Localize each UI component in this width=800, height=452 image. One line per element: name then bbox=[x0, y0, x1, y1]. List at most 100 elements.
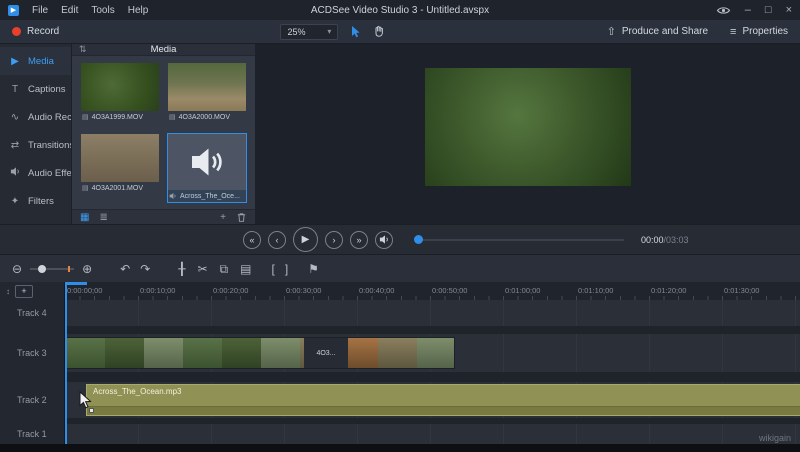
next-clip-button[interactable]: » bbox=[350, 230, 368, 249]
sidebar-item-audio-record[interactable]: ∿ Audio Reco... bbox=[0, 103, 71, 131]
track-header[interactable]: Track 3 bbox=[0, 334, 64, 372]
track-4-lane[interactable] bbox=[65, 300, 800, 326]
eye-icon[interactable] bbox=[716, 5, 731, 16]
paste-button[interactable]: ▤ bbox=[240, 263, 251, 275]
list-view-icon[interactable]: ≣ bbox=[99, 212, 107, 223]
acdsee-video-studio-window: ▶ File Edit Tools Help ACDSee Video Stud… bbox=[0, 0, 800, 452]
menu-file[interactable]: File bbox=[32, 5, 48, 16]
audio-file-icon bbox=[169, 192, 177, 200]
sidebar-label: Audio Reco... bbox=[28, 111, 71, 123]
media-item[interactable]: ▤ 4O3A2000.MOV bbox=[167, 62, 247, 124]
zoom-slider-tick bbox=[68, 265, 71, 272]
properties-button[interactable]: ≡ Properties bbox=[730, 26, 788, 38]
menu-help[interactable]: Help bbox=[128, 5, 149, 16]
zoom-out-icon[interactable]: ⊖ bbox=[12, 263, 22, 275]
zoom-in-icon[interactable]: ⊕ bbox=[82, 263, 92, 275]
timeline: ↕ + Track 4 Track 3 Track 2 Track 1 0:00… bbox=[0, 282, 800, 444]
sidebar-item-filters[interactable]: ✦ Filters bbox=[0, 187, 71, 215]
add-track-button[interactable]: + bbox=[15, 284, 33, 298]
track-header[interactable]: Track 1 bbox=[0, 424, 64, 444]
video-file-icon: ▤ bbox=[82, 185, 89, 193]
track-updown-icon[interactable]: ↕ bbox=[6, 287, 10, 296]
mark-out-button[interactable]: ] bbox=[285, 263, 288, 275]
select-cursor-icon[interactable] bbox=[350, 25, 361, 38]
video-clip[interactable]: 4O3... bbox=[65, 337, 455, 369]
fade-handle[interactable] bbox=[89, 408, 94, 413]
timeline-zoom-slider[interactable] bbox=[30, 264, 75, 273]
ruler-label: 0:00:50;00 bbox=[432, 286, 468, 295]
window-title: ACDSee Video Studio 3 - Untitled.avspx bbox=[310, 4, 490, 16]
media-item-selected[interactable]: Across_The_Oce... bbox=[167, 133, 247, 204]
audio-record-icon: ∿ bbox=[10, 111, 20, 123]
redo-button[interactable]: ↷ bbox=[140, 263, 150, 275]
previous-clip-button[interactable]: « bbox=[243, 230, 261, 249]
app-icon: ▶ bbox=[8, 4, 19, 16]
clip-thumbnail bbox=[105, 338, 144, 368]
cut-button[interactable]: ✂ bbox=[197, 263, 207, 275]
sidebar-item-media[interactable]: ▶ Media bbox=[0, 47, 71, 75]
marker-button[interactable]: ⚑ bbox=[308, 263, 319, 275]
grid-view-icon[interactable]: ▦ bbox=[80, 212, 89, 223]
step-back-button[interactable]: ‹ bbox=[268, 230, 286, 249]
track-header[interactable]: Track 4 bbox=[0, 300, 64, 326]
menu-tools[interactable]: Tools bbox=[91, 5, 114, 16]
maximize-button[interactable]: □ bbox=[765, 4, 772, 16]
mark-in-button[interactable]: [ bbox=[271, 263, 274, 275]
track-header-column: ↕ + Track 4 Track 3 Track 2 Track 1 bbox=[0, 282, 65, 444]
hand-tool-icon[interactable] bbox=[373, 25, 385, 38]
time-total: /03:03 bbox=[663, 234, 689, 245]
minimize-button[interactable]: – bbox=[745, 4, 751, 16]
produce-share-button[interactable]: ⇧ Produce and Share bbox=[607, 25, 708, 38]
trash-icon[interactable] bbox=[236, 212, 247, 223]
play-button[interactable]: ▶ bbox=[293, 227, 318, 252]
scrubber-handle[interactable] bbox=[414, 235, 423, 244]
copy-button[interactable]: ⧉ bbox=[220, 263, 229, 275]
share-icon: ⇧ bbox=[606, 26, 616, 38]
media-icon: ▶ bbox=[11, 55, 19, 67]
audio-clip[interactable]: Across_The_Ocean.mp3 bbox=[86, 384, 800, 416]
clip-thumbnail bbox=[261, 338, 300, 368]
split-button[interactable]: ╂ bbox=[178, 263, 185, 275]
sidebar-item-audio-effects[interactable]: Audio Effects bbox=[0, 159, 71, 187]
timeline-ruler[interactable]: 0:00:00;00 0:00:10;00 0:00:20;00 0:00:30… bbox=[65, 282, 800, 300]
add-media-button[interactable]: + bbox=[220, 212, 226, 223]
sidebar-label: Filters bbox=[28, 195, 54, 207]
main-toolbar: Record 25% ▾ ⇧ Produce and Share ≡ Prope… bbox=[0, 20, 800, 44]
sidebar-item-transitions[interactable]: ⇄ Transitions bbox=[0, 131, 71, 159]
clip-thumbnail bbox=[144, 338, 183, 368]
record-button[interactable]: Record bbox=[12, 26, 59, 37]
close-button[interactable]: × bbox=[786, 4, 792, 16]
media-item-name: Across_The_Oce... bbox=[180, 192, 240, 200]
scrubber-track[interactable] bbox=[421, 238, 624, 241]
step-forward-button[interactable]: › bbox=[325, 230, 343, 249]
preview-zoom-select[interactable]: 25% ▾ bbox=[280, 23, 339, 40]
ruler-label: 0:00:00;00 bbox=[67, 286, 103, 295]
media-panel: ⇅ Media ▤ 4O3A1999.MOV ▤ 4O3A2000.MOV ▤ … bbox=[72, 44, 255, 224]
main-area: ▶ Media T Captions ∿ Audio Reco... ⇄ Tra… bbox=[0, 44, 800, 224]
sidebar-item-captions[interactable]: T Captions bbox=[0, 75, 71, 103]
track-3-lane[interactable]: 4O3... bbox=[65, 334, 800, 372]
ruler-selection-bar bbox=[65, 282, 87, 285]
track-2-lane[interactable]: Across_The_Ocean.mp3 bbox=[65, 382, 800, 418]
video-preview[interactable] bbox=[425, 68, 631, 186]
volume-button[interactable] bbox=[375, 230, 393, 249]
undo-button[interactable]: ↶ bbox=[120, 263, 130, 275]
playback-scrubber[interactable] bbox=[414, 235, 624, 244]
time-current: 00:00 bbox=[641, 234, 664, 245]
playhead[interactable] bbox=[65, 282, 67, 444]
media-thumbnail-audio bbox=[168, 134, 246, 191]
media-thumbnail bbox=[81, 134, 159, 183]
zoom-slider-handle[interactable] bbox=[38, 264, 47, 273]
ruler-label: 0:01:10;00 bbox=[578, 286, 614, 295]
track-1-lane[interactable] bbox=[65, 424, 800, 444]
sidebar-label: Audio Effects bbox=[28, 167, 71, 179]
sort-icon[interactable]: ⇅ bbox=[79, 44, 87, 55]
media-item[interactable]: ▤ 4O3A1999.MOV bbox=[80, 62, 160, 124]
media-tab[interactable]: Media bbox=[151, 44, 177, 55]
media-item[interactable]: ▤ 4O3A2001.MOV bbox=[80, 133, 160, 203]
track-header[interactable]: Track 2 bbox=[0, 382, 64, 418]
menu-edit[interactable]: Edit bbox=[61, 5, 78, 16]
media-panel-footer: ▦ ≣ + bbox=[72, 209, 255, 224]
media-item-name: 4O3A2000.MOV bbox=[178, 113, 230, 121]
clip-name-label: 4O3... bbox=[304, 338, 348, 368]
